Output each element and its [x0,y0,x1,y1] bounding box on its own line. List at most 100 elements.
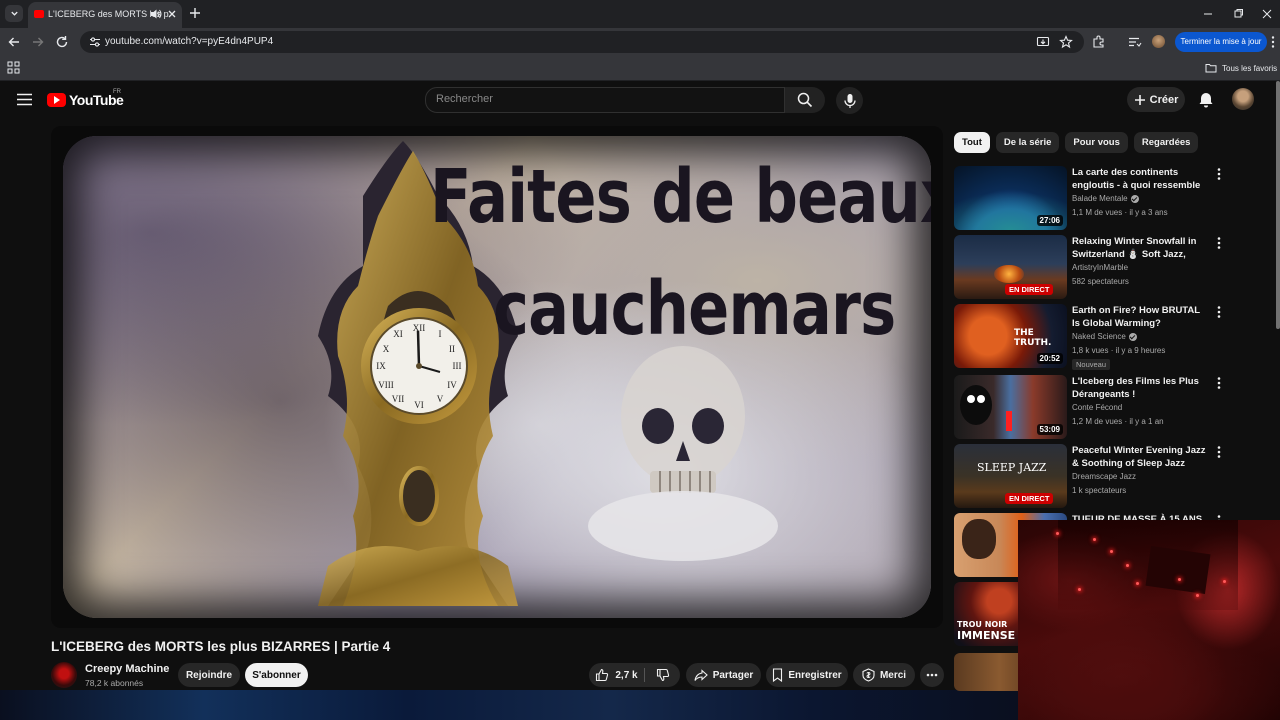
svg-text:IV: IV [447,380,457,390]
video-frame: XII I II III IV V VI VII VIII IX X XI Faites de … [63,136,931,618]
star-icon[interactable] [1059,35,1073,49]
thumbnail[interactable]: 53:09 [954,375,1067,439]
all-bookmarks-label: Tous les favoris [1222,63,1278,73]
chip-for-you[interactable]: Pour vous [1065,132,1128,153]
thanks-button[interactable]: Merci [853,663,915,687]
voice-search-button[interactable] [836,87,863,114]
update-browser-button[interactable]: Terminer la mise à jour [1175,32,1267,52]
super-thanks-icon [862,668,875,682]
recommendation-channel: Balade Mentale [1072,194,1139,203]
channel-label: Dreamscape Jazz [1072,472,1137,481]
youtube-logo[interactable]: YouTube [47,92,124,108]
recommendation-item[interactable]: 27:06 La carte des continents engloutis … [954,166,1269,230]
new-tab-icon[interactable] [187,5,203,21]
recommendation-channel: ArtistryInMarble [1072,263,1128,272]
thumbnail[interactable]: THE TRUTH. 20:52 [954,304,1067,368]
svg-text:I: I [439,329,442,339]
hamburger-menu-icon[interactable] [17,93,32,106]
svg-text:XI: XI [393,329,403,339]
reload-icon[interactable] [54,34,70,50]
youtube-header: YouTube FR Créer [0,81,1280,119]
close-window-icon[interactable] [1259,6,1275,22]
recommendation-title[interactable]: Earth on Fire? How BRUTAL Is Global Warm… [1072,304,1210,330]
recommendation-title[interactable]: Relaxing Winter Snowfall in Switzerland … [1072,235,1210,261]
save-button[interactable]: Enregistrer [766,663,848,687]
recommendation-title[interactable]: Peaceful Winter Evening Jazz & Soothing … [1072,444,1210,470]
svg-text:VII: VII [392,394,405,404]
address-bar[interactable]: youtube.com/watch?v=pyE4dn4PUP4 [80,31,1084,53]
chip-all[interactable]: Tout [954,132,990,153]
svg-text:V: V [437,394,444,404]
duration-badge: 27:06 [1036,215,1063,226]
recommendation-item[interactable]: SLEEP JAZZ EN DIRECT Peaceful Winter Eve… [954,444,1269,508]
join-button[interactable]: Rejoindre [178,663,240,687]
browser-tab[interactable]: L'ICEBERG des MORTS les p [28,2,182,28]
thumbnail[interactable]: 27:06 [954,166,1067,230]
string-light [1078,588,1081,591]
speaker-icon[interactable] [149,7,163,21]
notifications-bell-icon[interactable] [1196,90,1216,110]
svg-text:X: X [383,344,390,354]
all-bookmarks-button[interactable]: Tous les favoris [1205,62,1277,74]
channel-label: Conte Fécond [1072,403,1123,412]
string-light [1196,594,1199,597]
search-input[interactable] [436,93,766,105]
search-button[interactable] [785,87,825,113]
forward-arrow-icon[interactable] [30,34,46,50]
svg-text:II: II [449,344,455,354]
thumbnail[interactable]: EN DIRECT [954,235,1067,299]
plus-icon [1134,94,1145,105]
browser-toolbar: youtube.com/watch?v=pyE4dn4PUP4 Terminer… [0,28,1280,56]
install-app-icon[interactable] [1036,35,1050,49]
recommendation-item[interactable]: EN DIRECT Relaxing Winter Snowfall in Sw… [954,235,1269,299]
duration-badge: 20:52 [1036,353,1063,364]
thanks-label: Merci [879,669,907,681]
browser-profile-avatar[interactable] [1152,35,1165,48]
more-vertical-icon[interactable] [1214,305,1224,319]
thumbnail[interactable]: SLEEP JAZZ EN DIRECT [954,444,1067,508]
browser-menu-icon[interactable] [1266,34,1280,50]
description-preview-strip [0,690,1018,720]
restore-icon[interactable] [1230,6,1246,22]
recommendation-item[interactable]: THE TRUTH. 20:52 Earth on Fire? How BRUT… [954,304,1269,370]
more-vertical-icon[interactable] [1214,236,1224,250]
string-light [1223,580,1226,583]
subscribe-button[interactable]: S'abonner [245,663,308,687]
site-settings-icon[interactable] [88,35,102,49]
account-avatar[interactable] [1232,88,1254,110]
tab-search-button[interactable] [5,5,23,22]
channel-avatar[interactable] [51,662,77,688]
more-vertical-icon[interactable] [1214,167,1224,181]
dislike-button[interactable] [645,663,680,687]
apps-grid-icon[interactable] [7,61,20,74]
skull-image [588,346,778,561]
recommendation-item[interactable]: 53:09 L'Iceberg des Films les Plus Déran… [954,375,1269,439]
svg-text:VIII: VIII [378,380,394,390]
create-label: Créer [1149,93,1179,106]
video-player[interactable]: XII I II III IV V VI VII VIII IX X XI Faites de … [51,126,943,628]
minimize-icon[interactable] [1200,6,1216,22]
chip-series[interactable]: De la série [995,132,1060,153]
extensions-icon[interactable] [1091,34,1107,50]
recommendation-meta: 1,8 k vues · il y a 9 heures [1072,346,1166,355]
more-vertical-icon[interactable] [1214,445,1224,459]
page-scrollbar[interactable] [1276,81,1280,329]
close-icon[interactable] [165,7,179,21]
new-badge: Nouveau [1072,359,1111,370]
thumbnail-text-1: TROU NOIR [957,620,1008,629]
share-button[interactable]: Partager [686,663,761,687]
recommendation-title[interactable]: La carte des continents engloutis - à qu… [1072,166,1210,192]
verified-icon [1128,332,1137,341]
string-light [1056,532,1059,535]
recommendation-channel: Naked Science [1072,332,1137,341]
chip-watched[interactable]: Regardées [1133,132,1199,153]
browser-tab-bar: L'ICEBERG des MORTS les p [0,0,1280,28]
back-arrow-icon[interactable] [6,34,22,50]
more-vertical-icon[interactable] [1214,376,1224,390]
reading-list-icon[interactable] [1126,34,1142,50]
more-actions-button[interactable] [920,663,944,687]
channel-name[interactable]: Creepy Machine [85,663,169,675]
recommendation-title[interactable]: L'Iceberg des Films les Plus Dérangeants… [1072,375,1210,401]
like-button[interactable]: 2,7 k [589,663,644,687]
create-button[interactable]: Créer [1127,87,1185,112]
